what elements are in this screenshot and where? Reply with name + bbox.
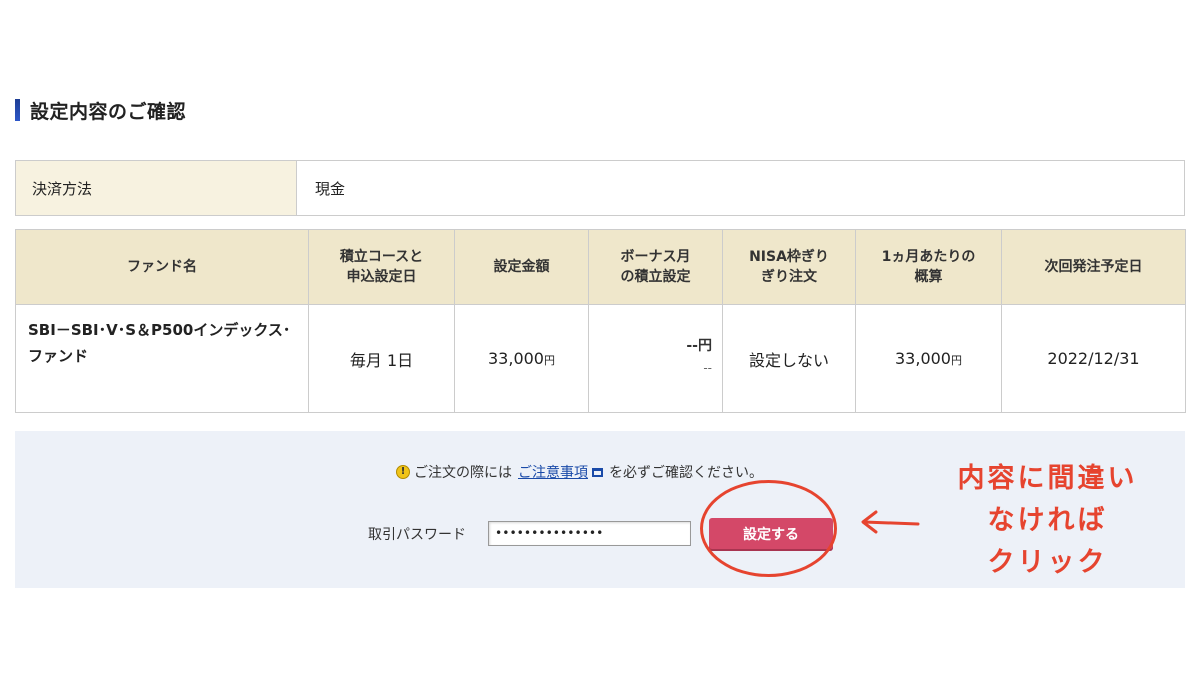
amount-cell: 33,000円 [454, 304, 589, 413]
bonus-value: --円 [686, 338, 712, 354]
annotation-text: 内容に間違い なければ クリック [930, 458, 1165, 584]
payment-method-row: 決済方法 現金 [15, 160, 1185, 216]
header-nisa: NISA枠ぎり ぎり注文 [722, 229, 856, 305]
title-accent-bar [15, 99, 20, 121]
annotation-line-2: なければ [987, 505, 1108, 536]
monthly-unit: 円 [950, 354, 962, 367]
table-header-row: ファンド名 積立コースと 申込設定日 設定金額 ボーナス月 の積立設定 NISA… [15, 229, 1186, 305]
amount-unit: 円 [543, 354, 555, 367]
payment-method-label: 決済方法 [15, 160, 297, 216]
fund-name-cell: SBI－SBI･V･S＆P500インデックス･ファンド [15, 304, 309, 413]
notice-link[interactable]: ご注意事項 [518, 462, 588, 482]
annotation-line-1: 内容に間違い [957, 463, 1138, 494]
header-next-date: 次回発注予定日 [1001, 229, 1186, 305]
notice-suffix: を必ずご確認ください。 [609, 465, 763, 481]
bonus-cell: --円 -- [588, 304, 723, 413]
warning-icon: ! [396, 465, 410, 479]
payment-method-table: 決済方法 現金 [15, 160, 1185, 216]
table-row: SBI－SBI･V･S＆P500インデックス･ファンド 毎月 1日 33,000… [15, 304, 1186, 413]
submit-button[interactable]: 設定する [709, 518, 833, 549]
new-window-icon[interactable] [592, 467, 603, 477]
amount-value: 33,000 [488, 349, 544, 368]
page-title: 設定内容のご確認 [30, 100, 187, 123]
monthly-value: 33,000 [895, 349, 951, 368]
next-date-cell: 2022/12/31 [1001, 304, 1186, 413]
course-cell: 毎月 1日 [308, 304, 455, 413]
header-course: 積立コースと 申込設定日 [308, 229, 455, 305]
header-bonus: ボーナス月 の積立設定 [588, 229, 723, 305]
bonus-sub-value: -- [703, 361, 712, 375]
notice-prefix: ご注文の際には [414, 465, 512, 481]
password-input[interactable]: ••••••••••••••• [488, 521, 691, 546]
notice-line: ! ご注文の際には ご注意事項 を必ずご確認ください。 [396, 462, 763, 482]
password-label: 取引パスワード [368, 527, 466, 543]
header-monthly: 1ヵ月あたりの 概算 [855, 229, 1002, 305]
section-heading: 設定内容のご確認 [15, 97, 186, 123]
annotation-line-3: クリック [987, 547, 1108, 578]
nisa-cell: 設定しない [722, 304, 856, 413]
header-fund-name: ファンド名 [15, 229, 309, 305]
monthly-cell: 33,000円 [855, 304, 1002, 413]
payment-method-value: 現金 [296, 160, 1185, 216]
fund-order-table: ファンド名 積立コースと 申込設定日 設定金額 ボーナス月 の積立設定 NISA… [15, 229, 1186, 413]
header-amount: 設定金額 [454, 229, 589, 305]
